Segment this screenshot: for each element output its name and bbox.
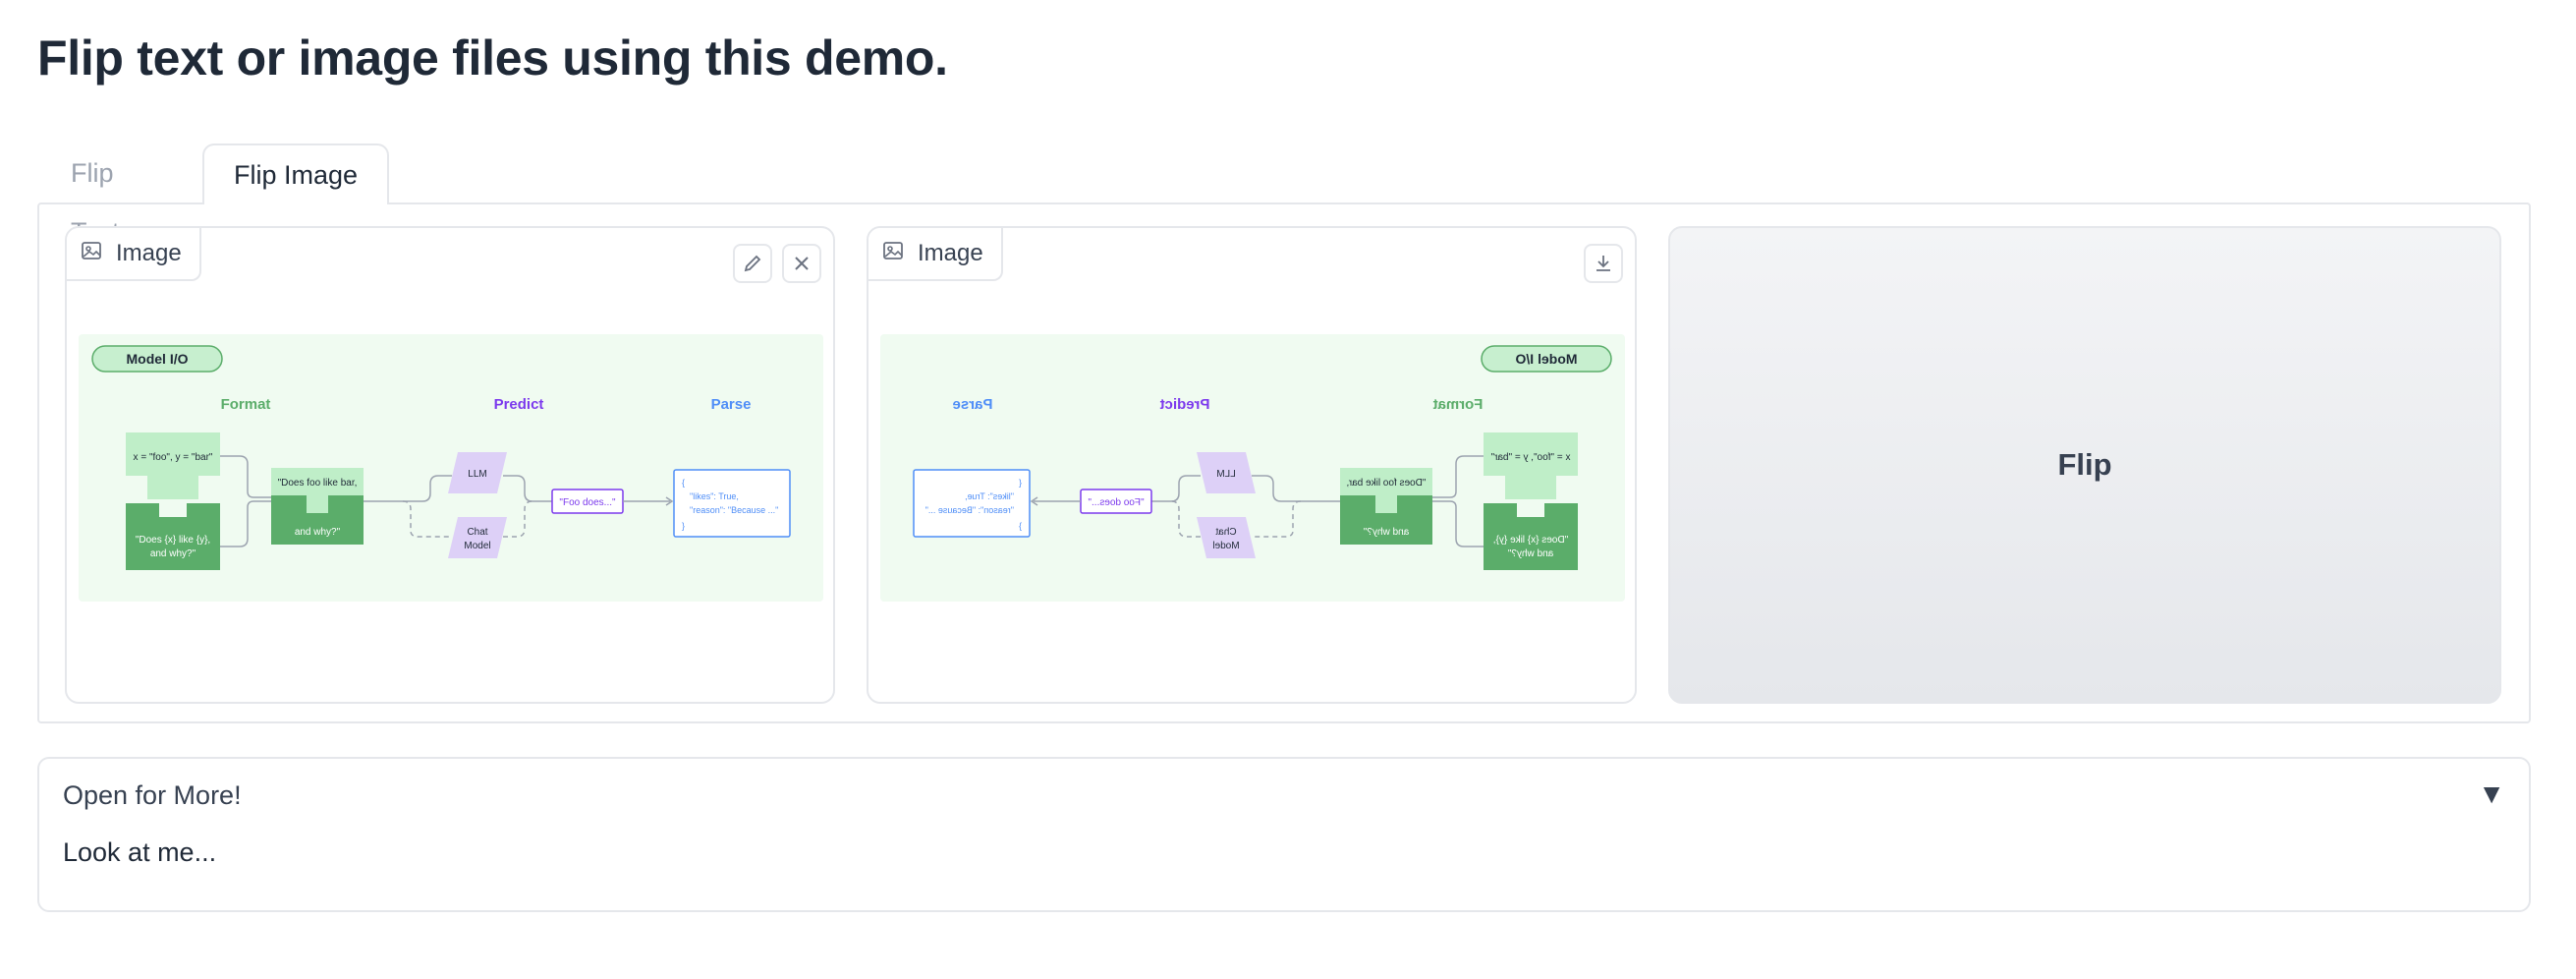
edit-icon[interactable] [733, 244, 772, 283]
flipped-format-mid-1: "Does foo like bar, [1347, 478, 1427, 489]
diagram-parse-3: "reason": "Because ..." [690, 505, 778, 515]
flipped-llm: LLM [1216, 469, 1235, 480]
image-icon [882, 240, 904, 268]
diagram-format-mid-1: "Does foo like bar, [278, 478, 358, 489]
diagram-chat-2: Model [464, 541, 490, 551]
flipped-format-mid-2: and why?" [1363, 527, 1409, 538]
diagram-parse-2: "likes": True, [690, 491, 739, 501]
accordion-body: Look at me... [63, 837, 217, 867]
diagram-format-label: Format [221, 396, 271, 413]
diagram-badge: Model I/O [127, 351, 189, 367]
diagram-format-left-2: and why?" [150, 548, 196, 559]
more-accordion: Open for More! ▼ Look at me... [37, 757, 2531, 912]
diagram-format-top: x = "foo", y = "bar" [134, 452, 213, 463]
diagram-output: "Foo does..." [559, 497, 616, 508]
input-image-label: Image [116, 240, 182, 266]
model-io-diagram: Model I/O Format Predict Parse x = "foo"… [79, 334, 823, 602]
flipped-chat-2: Model [1212, 541, 1239, 551]
chevron-down-icon[interactable]: ▼ [2478, 778, 2505, 810]
flipped-diagram: Model I/O Format Predict Parse x = "foo"… [880, 334, 1625, 602]
diagram-format-mid-2: and why?" [295, 527, 341, 538]
diagram-chat-1: Chat [467, 527, 487, 538]
flipped-format-left-1: "Does {x} like {y}, [1493, 535, 1568, 546]
diagram-predict-label: Predict [494, 396, 544, 413]
flipped-parse-2: "likes": True, [965, 491, 1014, 501]
flip-button[interactable]: Flip [1668, 226, 2501, 704]
output-image-label-wrap: Image [868, 228, 1003, 281]
flipped-chat-1: Chat [1215, 527, 1236, 538]
flipped-format-top: x = "foo", y = "bar" [1490, 452, 1570, 463]
flipped-parse-4: } [1019, 521, 1022, 531]
diagram-parse-1: { [682, 478, 685, 488]
flipped-format-left-2: and why?" [1507, 548, 1553, 559]
output-image-box[interactable]: Image Model I/O Format Predict Parse x =… [867, 226, 1637, 704]
flipped-format-label: Format [1433, 396, 1484, 413]
close-icon[interactable] [782, 244, 821, 283]
flip-image-panel: Image Model I/O Format Predict Parse x =… [37, 202, 2531, 723]
download-icon[interactable] [1584, 244, 1623, 283]
flipped-badge: Model I/O [1515, 351, 1577, 367]
diagram-parse-label: Parse [711, 396, 752, 413]
input-image-box[interactable]: Image Model I/O Format Predict Parse x =… [65, 226, 835, 704]
flipped-predict-label: Predict [1160, 396, 1210, 413]
tab-flip-text[interactable]: Flip Text [37, 144, 195, 247]
diagram-parse-4: } [682, 521, 685, 531]
output-image-label: Image [918, 240, 983, 266]
page-title: Flip text or image files using this demo… [37, 30, 948, 86]
image-icon [81, 240, 102, 268]
flipped-parse-label: Parse [953, 396, 993, 413]
diagram-llm: LLM [468, 469, 486, 480]
accordion-title[interactable]: Open for More! [63, 780, 242, 811]
flipped-parse-1: { [1019, 478, 1022, 488]
diagram-format-left-1: "Does {x} like {y}, [136, 535, 210, 546]
flipped-output: "Foo does..." [1088, 497, 1145, 508]
flipped-parse-3: "reason": "Because ..." [925, 505, 1014, 515]
tab-flip-image[interactable]: Flip Image [202, 144, 389, 204]
input-image-label-wrap: Image [67, 228, 201, 281]
